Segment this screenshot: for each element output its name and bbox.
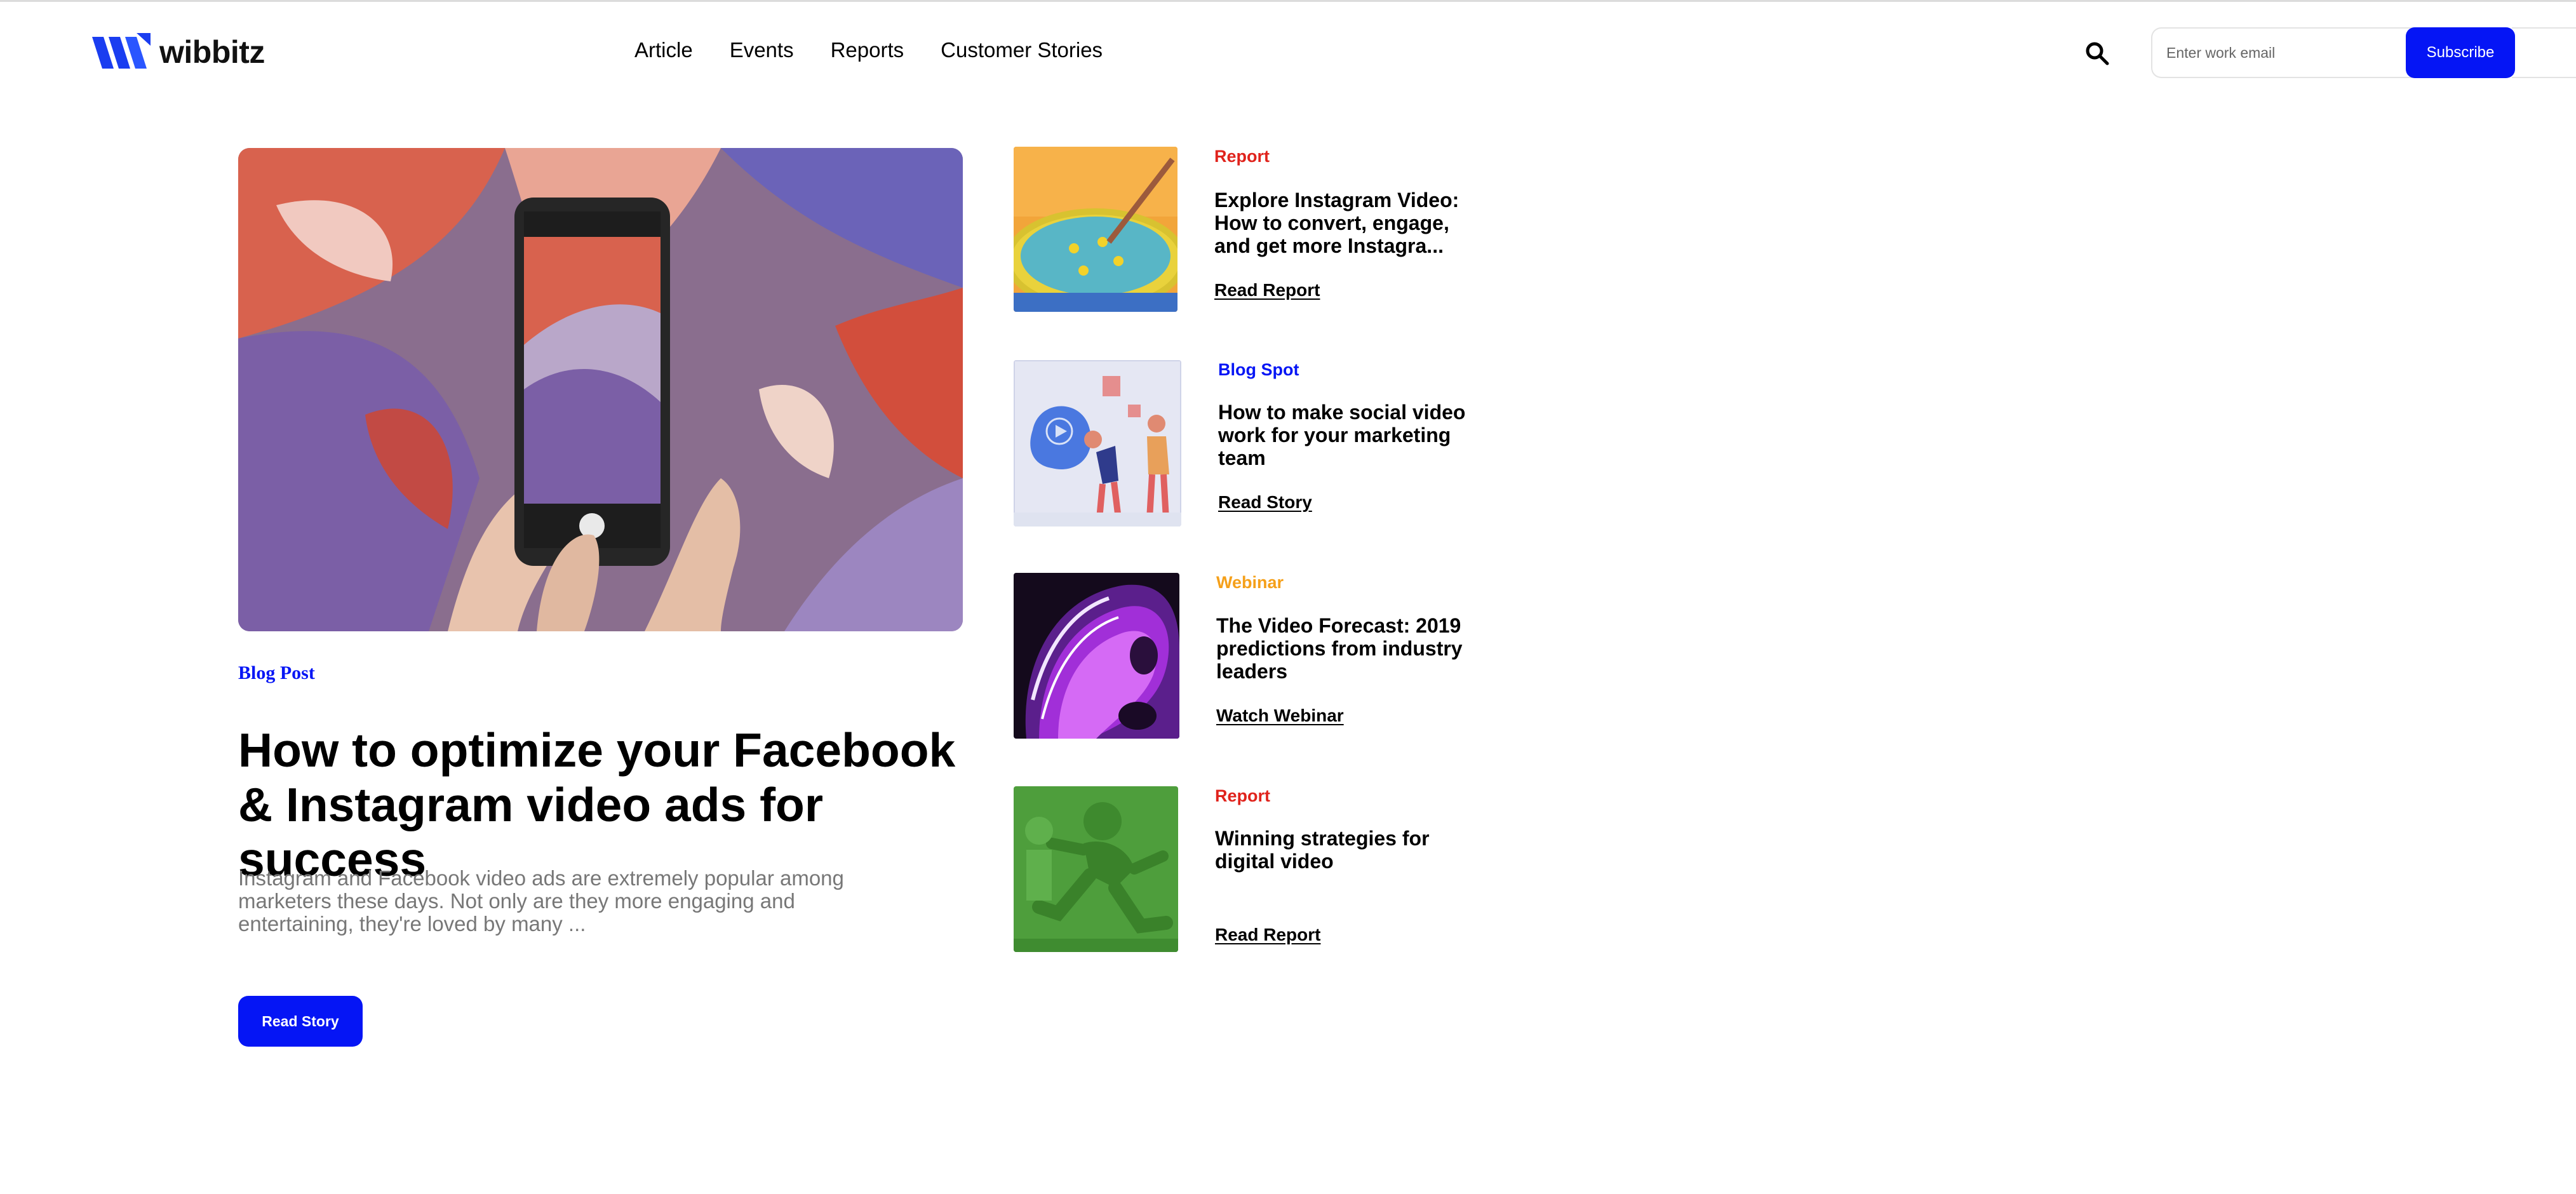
card-category[interactable]: Blog Spot: [1218, 360, 1299, 380]
card-thumbnail[interactable]: [1014, 573, 1179, 739]
brand-name: wibbitz: [159, 34, 265, 70]
card-read-report-link[interactable]: Read Report: [1215, 925, 1320, 945]
subscribe-button[interactable]: Subscribe: [2406, 27, 2515, 78]
card-title[interactable]: The Video Forecast: 2019 predictions fro…: [1216, 614, 1483, 683]
card-category[interactable]: Report: [1214, 147, 1270, 166]
subscribe-form-border: [2512, 27, 2576, 78]
read-story-button[interactable]: Read Story: [238, 996, 363, 1047]
featured-category[interactable]: Blog Post: [238, 662, 315, 684]
nav-item-events[interactable]: Events: [730, 38, 794, 62]
card-title[interactable]: Explore Instagram Video: How to convert,…: [1214, 189, 1481, 257]
wibbitz-logo-icon: [92, 33, 151, 69]
card-category[interactable]: Webinar: [1216, 573, 1284, 593]
card-read-story-link[interactable]: Read Story: [1218, 492, 1312, 513]
email-field[interactable]: [2151, 27, 2418, 78]
search-icon[interactable]: [2084, 41, 2110, 66]
card-watch-webinar-link[interactable]: Watch Webinar: [1216, 706, 1344, 726]
card-title[interactable]: Winning strategies for digital video: [1215, 827, 1482, 873]
card-title[interactable]: How to make social video work for your m…: [1218, 401, 1485, 469]
wibbitz-logo[interactable]: wibbitz: [92, 33, 265, 71]
card-thumbnail[interactable]: [1014, 147, 1177, 312]
featured-image[interactable]: [238, 148, 963, 631]
nav-item-customer-stories[interactable]: Customer Stories: [941, 38, 1103, 62]
card-category[interactable]: Report: [1215, 786, 1270, 806]
featured-excerpt: Instagram and Facebook video ads are ext…: [238, 866, 844, 936]
card-thumbnail[interactable]: [1014, 786, 1178, 952]
card-read-report-link[interactable]: Read Report: [1214, 280, 1320, 300]
nav-item-reports[interactable]: Reports: [831, 38, 904, 62]
nav-item-article[interactable]: Article: [634, 38, 693, 62]
featured-title[interactable]: How to optimize your Facebook & Instagra…: [238, 723, 1000, 887]
top-border: [0, 0, 2576, 2]
card-thumbnail[interactable]: [1014, 360, 1181, 527]
main-nav: Article Events Reports Customer Stories: [634, 38, 1103, 62]
